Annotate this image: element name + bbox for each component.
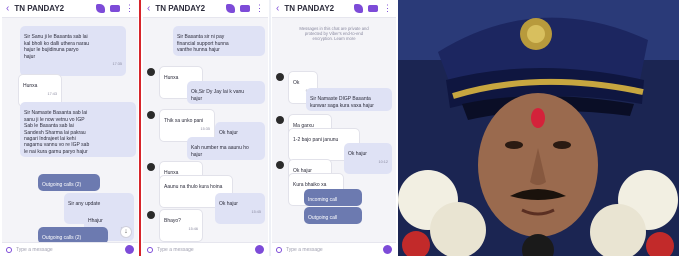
avatar: [276, 116, 284, 124]
call-bubble[interactable]: Incoming call: [304, 189, 362, 206]
message-bubble: Sir Namaste Basanta sab lai sanu ji le n…: [20, 102, 136, 158]
message-text: Ok hajur: [219, 201, 238, 208]
message-time: 17:35: [112, 62, 122, 67]
message-text: Hhajur: [88, 218, 103, 225]
message-bubble: Bhayo? 15:46: [159, 209, 203, 242]
chat-header: ‹ TN PANDAY2 ⋮: [2, 0, 138, 18]
microphone-icon[interactable]: [255, 245, 264, 254]
phone-icon[interactable]: [226, 4, 235, 13]
contact-name: TN PANDAY2: [14, 4, 65, 13]
chat-screenshot-1: ‹ TN PANDAY2 ⋮ Sir Sanu ji le Basanta sa…: [2, 0, 138, 256]
phone-icon[interactable]: [96, 4, 105, 13]
message-text: Ok hajur: [219, 130, 238, 137]
message-list: Sir Sanu ji le Basanta sab lai kal bholi…: [2, 18, 138, 244]
microphone-icon[interactable]: [125, 245, 134, 254]
message-list: Messages in this chat are private and pr…: [272, 18, 396, 242]
add-icon[interactable]: [276, 246, 282, 253]
divider-line: [269, 0, 271, 256]
message-text: Kura bhaiko xa: [293, 182, 327, 189]
message-bubble: Sir Basanta sir ni pay financial support…: [173, 26, 265, 56]
call-text: Outgoing calls (2): [42, 182, 82, 189]
message-bubble: Sir Sanu ji le Basanta sab lai kal bholi…: [20, 26, 126, 76]
avatar: [147, 68, 155, 76]
message-time: 10:12: [378, 159, 388, 164]
message-composer[interactable]: Type a message: [2, 242, 138, 256]
chat-header: ‹ TN PANDAY2 ⋮: [272, 0, 396, 18]
scroll-down-button[interactable]: ↓: [120, 226, 132, 238]
message-text: Thik xa unko pani: [164, 118, 204, 125]
officer-portrait-illustration: [398, 0, 679, 256]
contact-name: TN PANDAY2: [284, 4, 335, 13]
message-bubble: Ok,Sir Dy Jay lai k vanu hajur: [187, 81, 265, 105]
message-text: Ok hajur: [348, 151, 367, 158]
video-call-icon[interactable]: [110, 5, 120, 12]
video-call-icon[interactable]: [368, 5, 378, 12]
add-icon[interactable]: [6, 246, 12, 253]
message-bubble: Ok hajur 10:12: [344, 143, 392, 174]
chat-header: ‹ TN PANDAY2 ⋮: [143, 0, 268, 18]
call-text: Outgoing call: [308, 215, 338, 222]
back-arrow-icon[interactable]: ‹: [6, 3, 9, 14]
message-time: 15:46: [188, 226, 198, 231]
message-text: Sir Sanu ji le Basanta sab lai kal bholi…: [24, 34, 90, 60]
back-arrow-icon[interactable]: ‹: [276, 3, 279, 14]
add-icon[interactable]: [147, 246, 153, 253]
message-bubble: Kah number ma aaunu ho hajur: [187, 137, 265, 161]
message-text: Ok,Sir Dy Jay lai k vanu hajur: [191, 89, 245, 102]
message-text: Sir Basanta sir ni pay financial support…: [177, 34, 229, 54]
microphone-icon[interactable]: [383, 245, 392, 254]
call-text: Incoming call: [308, 197, 338, 204]
message-text: Aaunu na thulo kura hoina: [164, 184, 223, 191]
message-bubble: Ok hajur 15:45: [215, 193, 265, 224]
message-list: Sir Basanta sir ni pay financial support…: [143, 18, 268, 242]
avatar: [276, 73, 284, 81]
message-text: Hunxa: [23, 83, 38, 90]
encryption-notice: Messages in this chat are private and pr…: [299, 26, 369, 42]
message-text: Sir Namaste Basanta sab lai sanu ji le n…: [24, 110, 90, 155]
back-arrow-icon[interactable]: ‹: [147, 3, 150, 14]
more-icon[interactable]: ⋮: [125, 4, 134, 13]
message-bubble: Sir Namaste DIGP Basanta kunwar saga kur…: [306, 88, 392, 112]
message-text: Sir any update: [68, 201, 101, 208]
message-composer[interactable]: Type a message: [272, 242, 396, 256]
message-input[interactable]: Type a message: [16, 247, 125, 253]
message-input[interactable]: Type a message: [157, 247, 255, 253]
message-composer[interactable]: Type a message: [143, 242, 268, 256]
message-text: Kah number ma aaunu ho hajur: [191, 145, 249, 158]
chat-screenshot-3: ‹ TN PANDAY2 ⋮ Messages in this chat are…: [272, 0, 396, 256]
message-text: Hunxa: [164, 75, 179, 82]
avatar: [147, 163, 155, 171]
message-input[interactable]: Type a message: [286, 247, 383, 253]
divider-line: [139, 0, 141, 256]
message-text: 1-2 bajo pani janunu: [293, 137, 339, 144]
contact-name: TN PANDAY2: [155, 4, 206, 13]
chat-screenshot-2: ‹ TN PANDAY2 ⋮ Sir Basanta sir ni pay fi…: [143, 0, 268, 256]
call-bubble[interactable]: Outgoing calls (2): [38, 174, 100, 191]
more-icon[interactable]: ⋮: [255, 4, 264, 13]
officer-photo: [398, 0, 679, 256]
message-time: 15:35: [200, 126, 210, 131]
avatar: [147, 211, 155, 219]
message-time: 15:45: [251, 209, 261, 214]
avatar: [276, 161, 284, 169]
call-text: Outgoing calls (2): [42, 235, 82, 242]
message-text: Bhayo?: [164, 218, 181, 225]
phone-icon[interactable]: [354, 4, 363, 13]
more-icon[interactable]: ⋮: [383, 4, 392, 13]
call-bubble[interactable]: Outgoing call: [304, 207, 362, 224]
message-text: Sir Namaste DIGP Basanta kunwar saga kur…: [310, 96, 374, 109]
message-time: 17:43: [47, 91, 57, 96]
message-text: Ok: [293, 80, 300, 87]
avatar: [147, 111, 155, 119]
video-call-icon[interactable]: [240, 5, 250, 12]
